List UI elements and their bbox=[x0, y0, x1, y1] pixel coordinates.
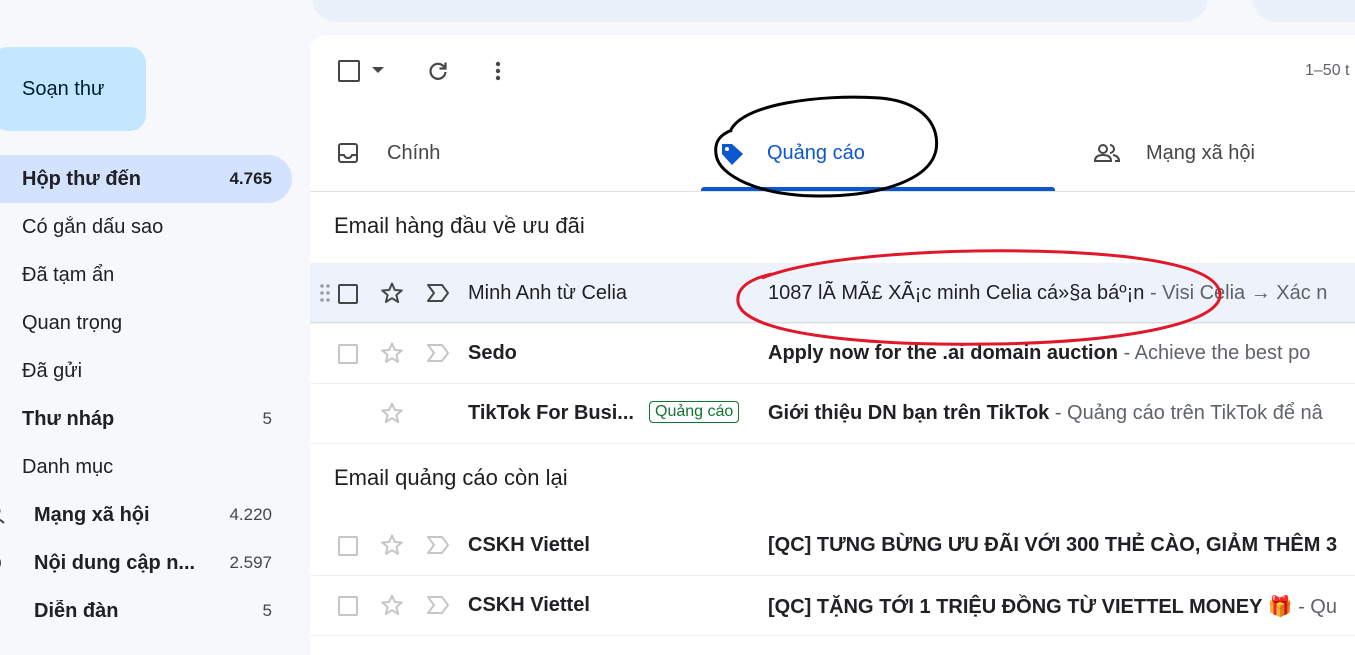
sidebar-item-count: 4.765 bbox=[229, 169, 272, 188]
tab-label: Mạng xã hội bbox=[1146, 141, 1255, 164]
more-vert-icon[interactable] bbox=[492, 59, 504, 83]
tab-promotions[interactable]: Quảng cáo bbox=[701, 115, 1055, 191]
important-marker-icon[interactable] bbox=[426, 343, 450, 363]
sidebar-item-updates[interactable]: Nội dung cập n... 2.597 bbox=[0, 539, 292, 587]
section-title-remaining: Email quảng cáo còn lại bbox=[334, 465, 568, 490]
sidebar-item-count: 5 bbox=[262, 409, 272, 428]
tab-label: Chính bbox=[387, 141, 441, 164]
refresh-icon[interactable] bbox=[426, 59, 450, 83]
people-icon bbox=[0, 508, 5, 524]
email-subject-text: [QC] TẶNG TỚI 1 TRIỆU ĐỒNG TỪ VIETTEL MO… bbox=[768, 596, 1293, 618]
tag-icon bbox=[722, 144, 743, 165]
email-sender: CSKH Viettel bbox=[468, 594, 590, 616]
chevron-down-icon[interactable] bbox=[372, 67, 384, 73]
sidebar-item-label: Nội dung cập n... bbox=[34, 551, 196, 574]
sidebar-item-sent[interactable]: Đã gửi bbox=[0, 347, 292, 395]
inbox-icon bbox=[338, 143, 358, 163]
email-snippet: - Quảng cáo trên TikTok để nâ bbox=[1049, 402, 1323, 424]
sidebar-nav: Hộp thư đến 4.765 Có gắn dấu sao Đã tạm … bbox=[0, 155, 292, 635]
info-icon bbox=[0, 558, 1, 568]
email-row[interactable]: CSKH Viettel [QC] TẶNG TỚI 1 TRIỆU ĐỒNG … bbox=[310, 575, 1355, 636]
important-marker-icon[interactable] bbox=[426, 595, 450, 615]
sidebar-item-categories[interactable]: Danh mục bbox=[0, 443, 292, 491]
email-sender: CSKH Viettel bbox=[468, 534, 590, 556]
sidebar-item-social[interactable]: Mạng xã hội 4.220 bbox=[0, 491, 292, 539]
sidebar-item-count: 2.597 bbox=[229, 553, 272, 572]
email-subject: [QC] TẶNG TỚI 1 TRIỆU ĐỒNG TỪ VIETTEL MO… bbox=[768, 594, 1337, 619]
select-all-checkbox[interactable] bbox=[338, 60, 360, 82]
forum-icon bbox=[0, 601, 8, 621]
sidebar-item-starred[interactable]: Có gắn dấu sao bbox=[0, 203, 292, 251]
email-snippet: - Achieve the best po bbox=[1118, 342, 1311, 364]
email-sender: Minh Anh từ Celia bbox=[468, 282, 628, 304]
email-subject-text: Apply now for the .ai domain auction bbox=[768, 342, 1119, 364]
sidebar-item-label: Quan trọng bbox=[22, 311, 123, 334]
email-snippet: - Visi Celia → Xác n bbox=[1144, 282, 1328, 304]
email-row[interactable]: Sedo Apply now for the .ai domain auctio… bbox=[310, 323, 1355, 384]
important-marker-icon[interactable] bbox=[426, 535, 450, 555]
star-icon[interactable] bbox=[380, 533, 404, 557]
sidebar-item-important[interactable]: Quan trọng bbox=[0, 299, 292, 347]
sidebar-item-label: Diễn đàn bbox=[34, 599, 119, 622]
active-tab-indicator bbox=[701, 187, 1055, 191]
mail-list-panel: 1–50 t Chính Quảng cáo Mạng xã hội Email… bbox=[310, 35, 1355, 655]
compose-label: Soạn thư bbox=[22, 77, 105, 100]
row-checkbox[interactable] bbox=[338, 596, 358, 616]
tab-label: Quảng cáo bbox=[767, 141, 865, 164]
compose-button[interactable]: Soạn thư bbox=[0, 47, 146, 131]
star-icon[interactable] bbox=[380, 401, 404, 425]
email-subject: Giới thiệu DN bạn trên TikTok - Quảng cá… bbox=[768, 402, 1323, 425]
row-checkbox[interactable] bbox=[338, 284, 358, 304]
sidebar-item-label: Đã tạm ẩn bbox=[22, 263, 115, 286]
star-icon[interactable] bbox=[380, 281, 404, 305]
sidebar-item-inbox[interactable]: Hộp thư đến 4.765 bbox=[0, 155, 292, 203]
sidebar-item-label: Thư nháp bbox=[22, 407, 115, 430]
email-subject: [QC] TƯNG BỪNG ƯU ĐÃI VỚI 300 THẺ CÀO, G… bbox=[768, 534, 1337, 557]
ad-badge: Quảng cáo bbox=[649, 401, 740, 423]
sidebar-item-forums[interactable]: Diễn đàn 5 bbox=[0, 587, 292, 635]
row-checkbox[interactable] bbox=[338, 344, 358, 364]
tab-primary[interactable]: Chính bbox=[310, 115, 700, 191]
sidebar-item-label: Đã gửi bbox=[22, 359, 83, 382]
sidebar-item-snoozed[interactable]: Đã tạm ẩn bbox=[0, 251, 292, 299]
email-row[interactable]: CSKH Viettel [QC] TƯNG BỪNG ƯU ĐÃI VỚI 3… bbox=[310, 515, 1355, 576]
star-icon[interactable] bbox=[380, 593, 404, 617]
pagination-range: 1–50 t bbox=[1305, 62, 1350, 79]
email-subject-text: Giới thiệu DN bạn trên TikTok bbox=[768, 402, 1050, 424]
drag-handle-icon[interactable] bbox=[320, 284, 330, 302]
sidebar-item-label: Có gắn dấu sao bbox=[22, 215, 164, 238]
email-row[interactable]: Minh Anh từ Celia 1087 lÃ MÃ£ XÃ¡c minh … bbox=[310, 263, 1355, 324]
email-subject-text: 1087 lÃ MÃ£ XÃ¡c minh Celia cá»§a báº¡n bbox=[768, 282, 1145, 304]
email-snippet: - Qu bbox=[1292, 596, 1337, 618]
category-tabs: Chính Quảng cáo Mạng xã hội bbox=[310, 115, 1355, 192]
section-title-top-deals: Email hàng đầu về ưu đãi bbox=[334, 213, 585, 238]
email-subject: Apply now for the .ai domain auction - A… bbox=[768, 342, 1310, 365]
status-pill[interactable] bbox=[1252, 0, 1355, 22]
toolbar: 1–50 t bbox=[310, 35, 1355, 107]
sidebar-item-count: 4.220 bbox=[229, 505, 272, 524]
people-icon bbox=[1094, 144, 1120, 162]
email-sender: Sedo bbox=[468, 342, 517, 364]
row-checkbox[interactable] bbox=[338, 536, 358, 556]
tab-social[interactable]: Mạng xã hội bbox=[1070, 115, 1355, 191]
sidebar-item-drafts[interactable]: Thư nháp 5 bbox=[0, 395, 292, 443]
email-subject: 1087 lÃ MÃ£ XÃ¡c minh Celia cá»§a báº¡n … bbox=[768, 282, 1327, 305]
sidebar-item-label: Hộp thư đến bbox=[22, 167, 141, 190]
star-icon[interactable] bbox=[380, 341, 404, 365]
search-bar[interactable] bbox=[312, 0, 1208, 22]
email-subject-text: [QC] TƯNG BỪNG ƯU ĐÃI VỚI 300 THẺ CÀO, G… bbox=[768, 534, 1338, 556]
sidebar-item-count: 5 bbox=[262, 601, 272, 620]
important-marker-icon[interactable] bbox=[426, 283, 450, 303]
sidebar-item-label: Danh mục bbox=[22, 455, 114, 478]
email-row[interactable]: TikTok For Busi... Quảng cáo Giới thiệu … bbox=[310, 383, 1355, 444]
sidebar-item-label: Mạng xã hội bbox=[34, 503, 150, 526]
email-sender: TikTok For Busi... bbox=[468, 402, 634, 424]
